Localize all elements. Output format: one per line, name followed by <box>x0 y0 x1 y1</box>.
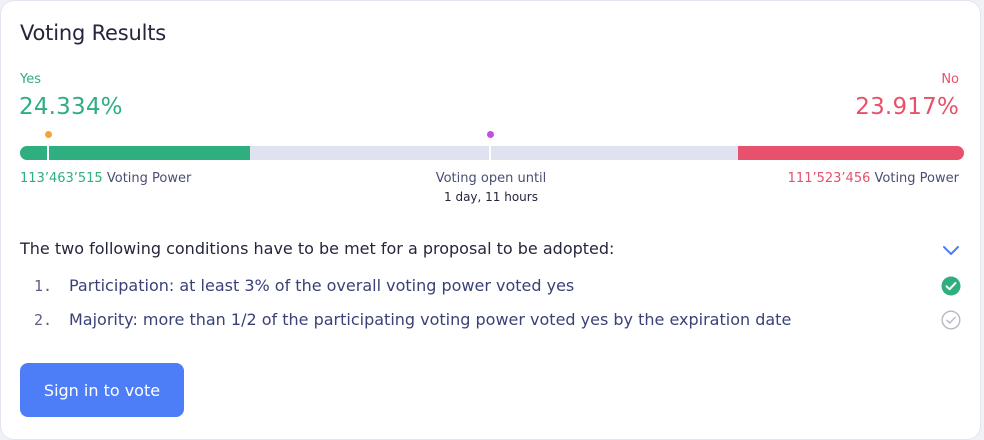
voting-open-label: Voting open until <box>435 171 547 186</box>
card-title: Voting Results <box>20 21 166 45</box>
no-voting-power: 111’523’456 Voting Power <box>788 171 959 186</box>
condition-item-majority: 2. Majority: more than 1/2 of the partic… <box>1 309 982 335</box>
yes-label: Yes <box>20 72 41 87</box>
voting-remaining-time: 1 day, 11 hours <box>444 190 538 204</box>
check-circle-outline-icon <box>941 310 961 330</box>
conditions-heading: The two following conditions have to be … <box>20 239 615 258</box>
yes-voting-power-value: 113’463’515 <box>20 171 103 186</box>
yes-progress-fill <box>20 146 250 160</box>
condition-item-participation: 1. Participation: at least 3% of the ove… <box>1 275 982 301</box>
voting-results-card: Voting Results Yes 24.334% No 23.917% 11… <box>0 0 981 440</box>
condition-number: 1. <box>34 277 53 295</box>
no-percentage: 23.917% <box>855 94 959 120</box>
no-progress-fill <box>738 146 964 160</box>
yes-voting-power: 113’463’515 Voting Power <box>20 171 191 186</box>
chevron-down-icon[interactable] <box>941 241 961 259</box>
check-circle-filled-icon <box>941 276 961 296</box>
condition-text: Participation: at least 3% of the overal… <box>69 276 575 295</box>
no-label: No <box>941 72 959 87</box>
yes-percentage: 24.334% <box>19 94 123 120</box>
voting-progress-bar <box>20 146 964 160</box>
sign-in-to-vote-button[interactable]: Sign in to vote <box>20 363 184 417</box>
majority-marker-line <box>489 146 491 160</box>
yes-voting-power-label: Voting Power <box>106 171 192 186</box>
majority-marker-dot <box>487 131 494 138</box>
condition-number: 2. <box>34 311 53 329</box>
quorum-marker-line <box>47 146 49 160</box>
condition-text: Majority: more than 1/2 of the participa… <box>69 310 792 329</box>
no-voting-power-label: Voting Power <box>874 171 959 186</box>
no-voting-power-value: 111’523’456 <box>787 171 871 186</box>
quorum-marker-dot <box>45 131 52 138</box>
